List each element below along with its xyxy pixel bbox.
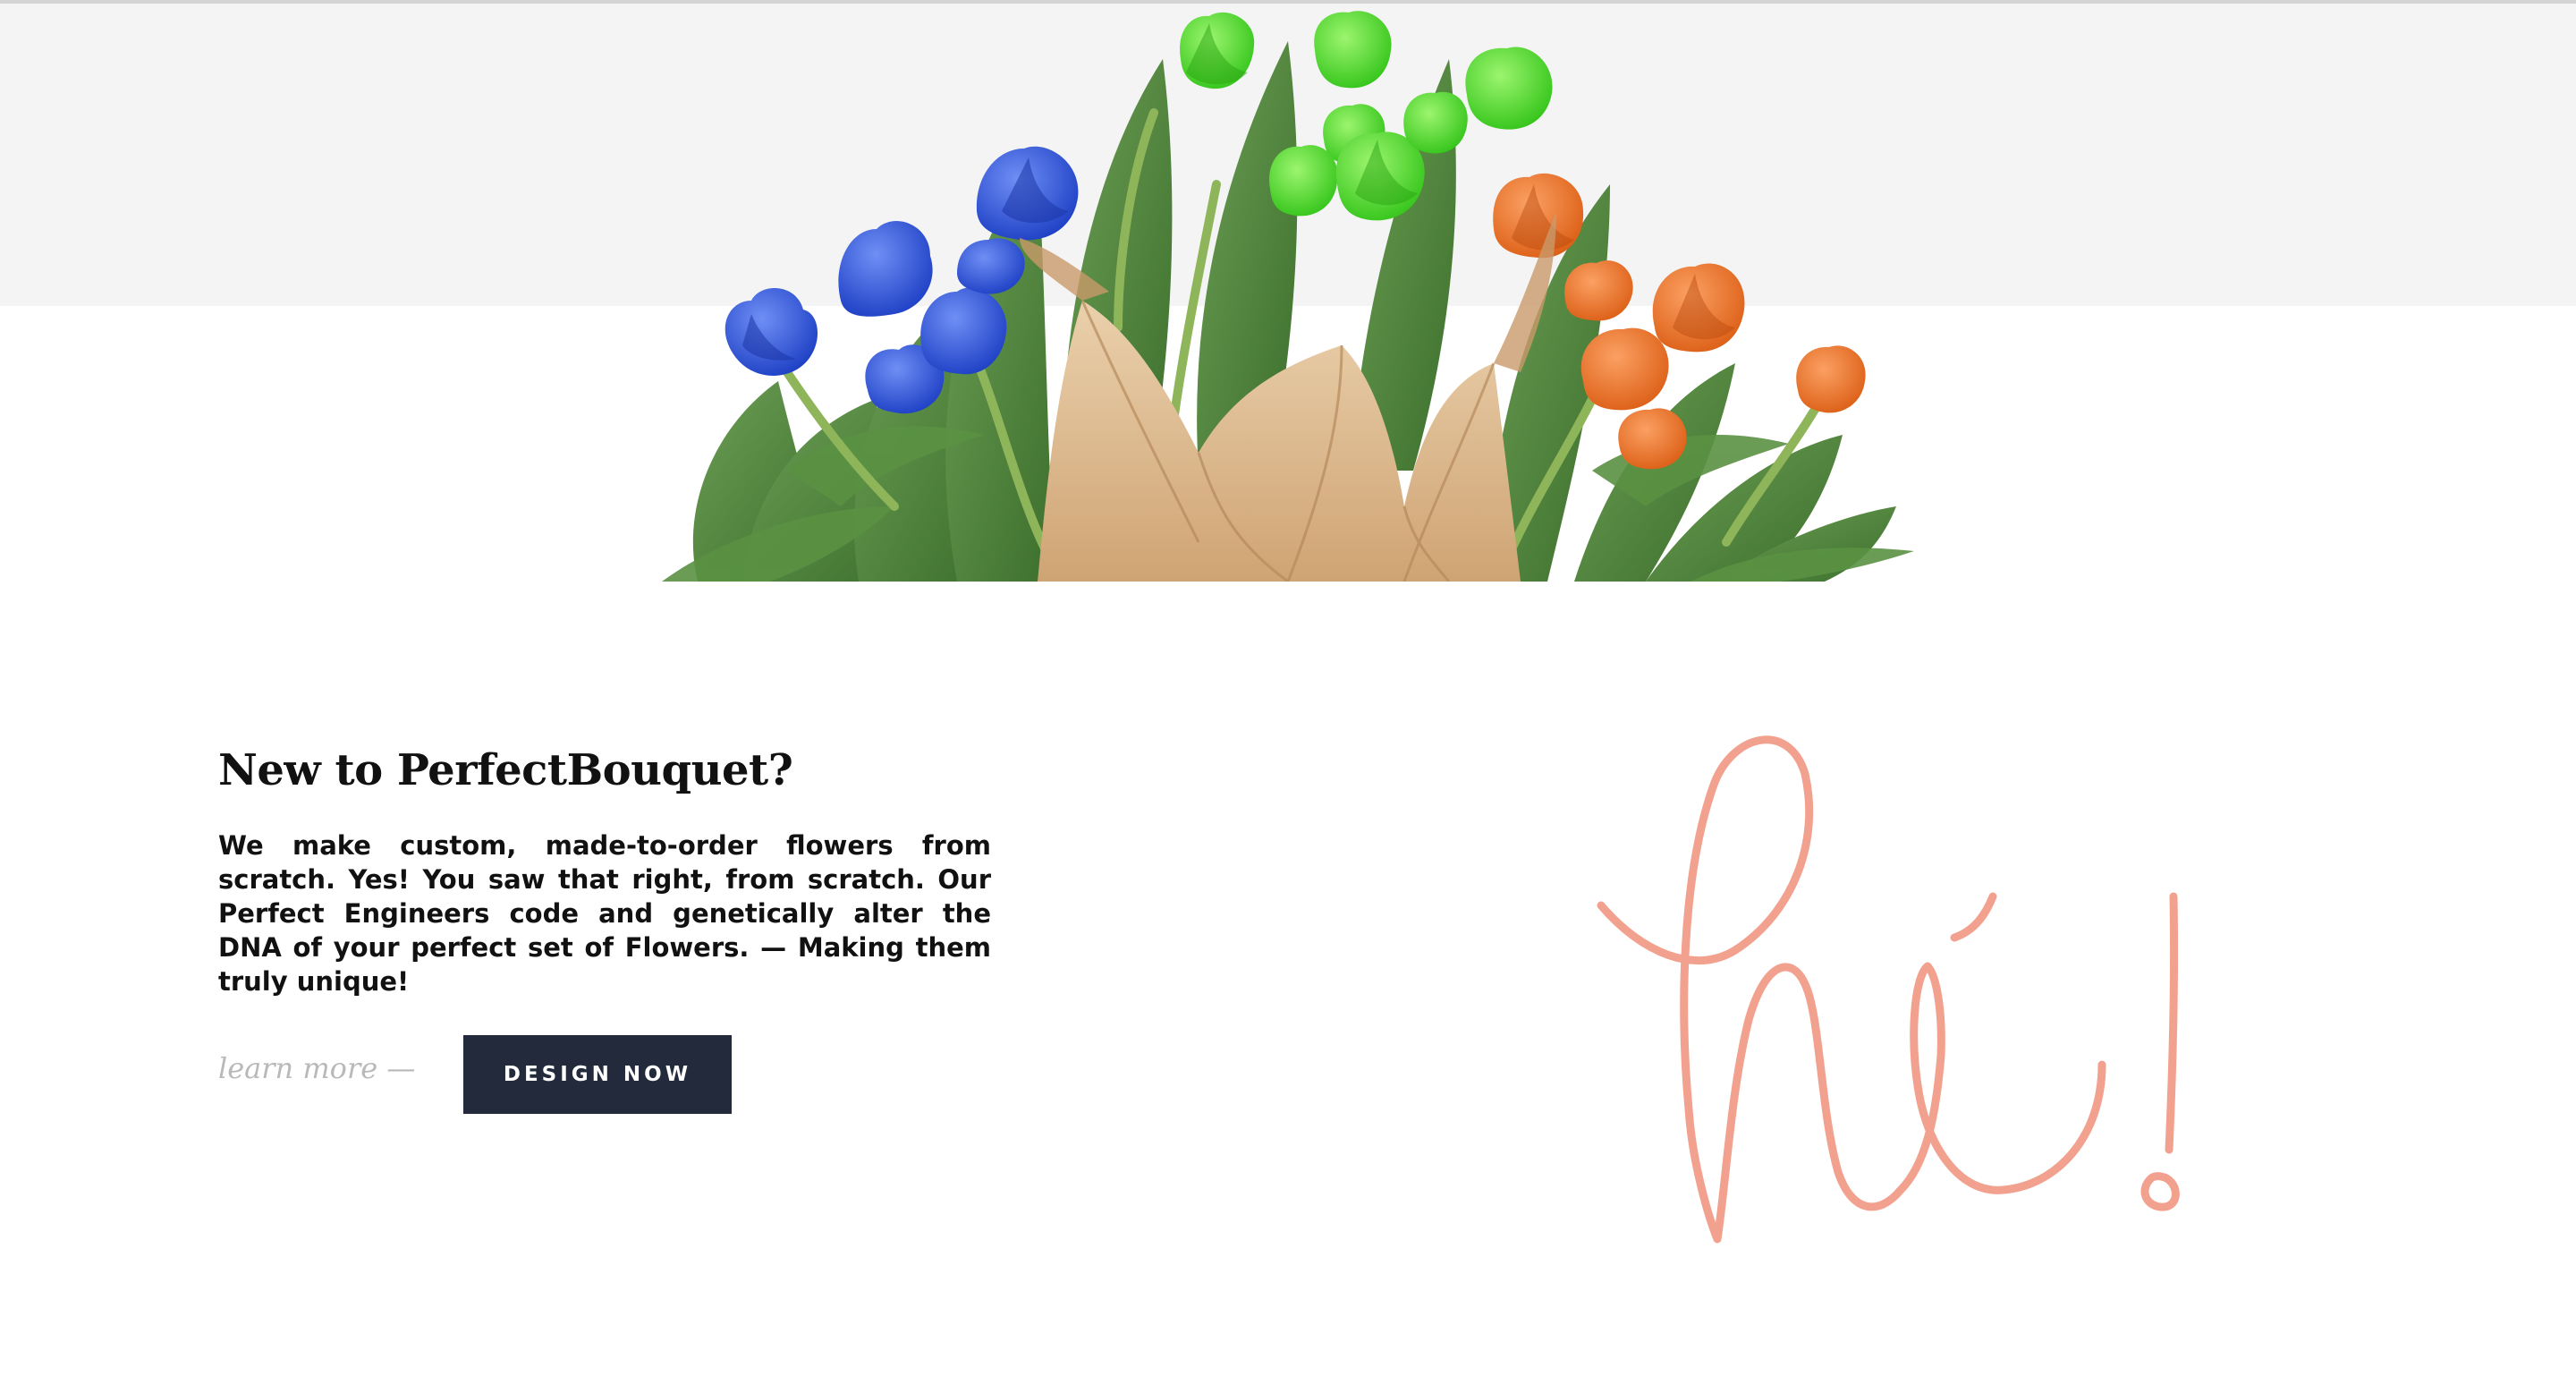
bouquet-image <box>662 5 1914 582</box>
tulip-bouquet-illustration <box>662 11 1914 582</box>
learn-more-link[interactable]: learn more — <box>218 1051 415 1085</box>
design-now-button[interactable]: DESIGN NOW <box>463 1035 732 1114</box>
handwritten-hi-graphic <box>1597 735 2180 1244</box>
intro-section: New to PerfectBouquet? We make custom, m… <box>218 743 991 998</box>
intro-description: We make custom, made-to-order flowers fr… <box>218 830 991 997</box>
intro-heading: New to PerfectBouquet? <box>218 745 793 795</box>
intro-actions: learn more — DESIGN NOW <box>218 1035 1023 1114</box>
hi-illustration <box>1574 716 2218 1253</box>
